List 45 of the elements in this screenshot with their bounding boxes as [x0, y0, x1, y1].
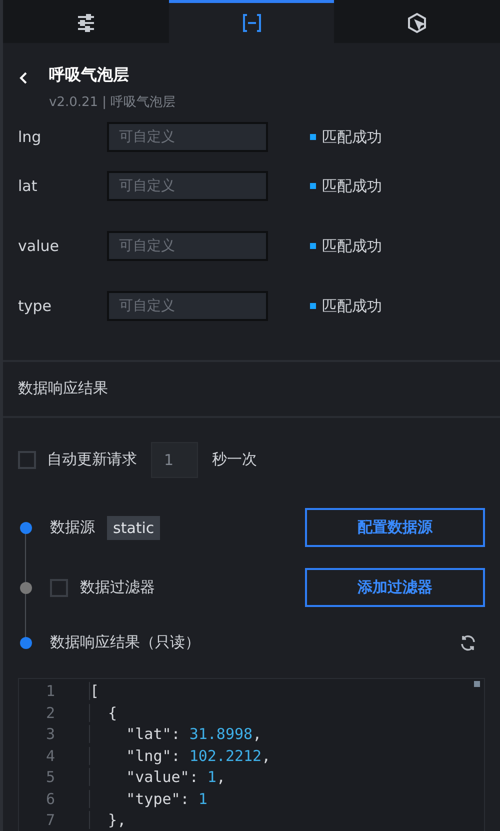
source-tag: static	[107, 516, 160, 540]
line-number: 6	[44, 790, 55, 808]
scrollbar-thumb[interactable]	[474, 680, 480, 687]
step-label: 数据源	[50, 518, 95, 538]
checkbox[interactable]	[50, 578, 68, 597]
code-line: "type": 1	[89, 790, 208, 808]
section-title: 数据响应结果	[17, 378, 109, 400]
input-field[interactable]: 可自定义	[107, 231, 268, 262]
status-text: 匹配成功	[322, 296, 382, 316]
code-line: [	[89, 682, 100, 700]
step-label: 数据响应结果（只读）	[50, 633, 200, 652]
code-line: "lng": 102.2212,	[89, 746, 271, 765]
add-filter-button[interactable]: 添加过滤器	[305, 568, 485, 608]
input-field[interactable]: 可自定义	[107, 122, 268, 152]
line-number: 5	[44, 768, 55, 786]
line-number: 3	[44, 725, 55, 744]
line-number: 2	[44, 704, 55, 722]
code-line: {	[89, 704, 118, 722]
hexagon-cursor-icon	[406, 12, 428, 34]
line-number: 1	[44, 682, 55, 700]
field-label: value	[18, 237, 60, 256]
code-editor[interactable]: 1 [ 2 { 3 "lat": 31.8998, 4 "lng": 102.2212, 5 "value": 1, 6 "type": 1 7 },	[18, 678, 485, 831]
line-number: 7	[44, 811, 55, 830]
code-line: },	[89, 811, 126, 830]
panel-title: 呼吸气泡层	[49, 65, 130, 86]
line-number: 4	[44, 746, 55, 765]
interval-field[interactable]: 1	[151, 442, 198, 478]
input-field[interactable]: 可自定义	[107, 171, 268, 202]
refresh-icon[interactable]	[459, 634, 477, 652]
field-label: type	[18, 297, 53, 316]
code-line: "lat": 31.8998,	[89, 725, 262, 744]
field-label: lng	[18, 128, 42, 146]
bracket-icon	[240, 12, 262, 34]
checkbox[interactable]	[18, 450, 36, 469]
version-text: v2.0.21 | 呼吸气泡层	[49, 94, 176, 112]
step-label: 数据过滤器	[80, 578, 155, 598]
unit-text: 秒一次	[212, 450, 257, 470]
checkbox-label: 自动更新请求	[47, 450, 137, 470]
status-text: 匹配成功	[322, 128, 382, 147]
status-text: 匹配成功	[322, 176, 382, 196]
field-label: lat	[18, 177, 38, 196]
input-field[interactable]: 可自定义	[107, 291, 268, 322]
code-line: "value": 1,	[89, 768, 226, 786]
configure-button[interactable]: 配置数据源	[305, 508, 485, 548]
status-text: 匹配成功	[322, 236, 382, 256]
